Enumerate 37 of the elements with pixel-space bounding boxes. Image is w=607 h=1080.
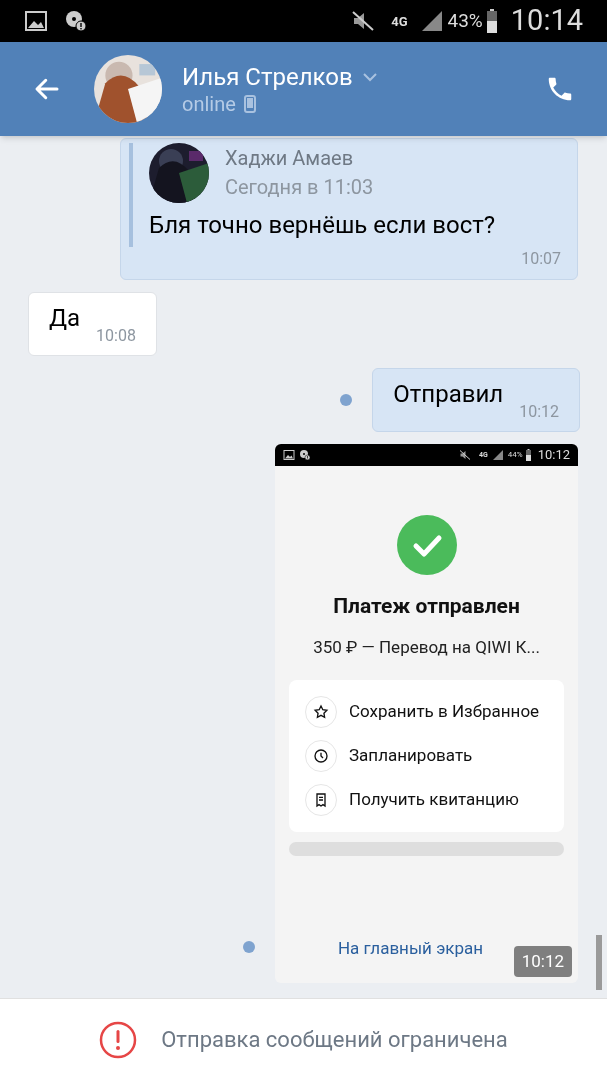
payment-subtitle: 350 ₽ — Перевод на QIWI К... <box>313 635 540 659</box>
home-link[interactable]: На главный экран <box>337 935 484 961</box>
action-item[interactable]: Запланировать <box>305 740 548 772</box>
mute-icon <box>458 449 471 461</box>
image-icon <box>283 449 295 461</box>
message-text: Да <box>49 303 81 334</box>
clock: 10:12 <box>537 446 570 465</box>
message-text: Отправил <box>393 379 504 410</box>
check-circle-icon <box>396 515 457 575</box>
notice-text: Отправка сообщений ограничена <box>161 1026 508 1054</box>
battery-icon <box>484 9 499 33</box>
chevron-down-icon[interactable] <box>360 70 379 83</box>
scrollbar[interactable] <box>596 935 602 990</box>
action-item[interactable]: Получить квитанцию <box>305 784 548 816</box>
battery-percent: 43% <box>447 7 483 34</box>
online-status: online <box>182 91 236 117</box>
disc-alert-icon <box>64 9 88 33</box>
clock: 10:14 <box>510 2 583 40</box>
alert-icon <box>99 1020 138 1059</box>
signal-icon <box>491 449 504 461</box>
battery-icon <box>524 449 532 461</box>
quote-date: Сегодня в 11:03 <box>225 175 374 200</box>
contact-name[interactable]: Илья Стрелков <box>182 61 353 92</box>
quote-author: Хаджи Амаев <box>225 146 355 171</box>
network-label: 4G <box>391 14 408 28</box>
message-time: 10:08 <box>96 326 136 345</box>
message-time: 10:07 <box>521 248 561 270</box>
battery-percent: 44% <box>507 449 523 461</box>
phone-device-icon <box>243 95 256 113</box>
image-icon <box>24 9 48 33</box>
message-time: 10:12 <box>513 945 572 977</box>
payment-title: Платеж отправлен <box>333 593 520 620</box>
message-text: Бля точно вернёшь если вост? <box>149 210 497 241</box>
action-item[interactable]: Сохранить в Избранное <box>305 696 548 728</box>
disc-alert-icon <box>299 449 311 461</box>
mute-icon <box>351 9 376 33</box>
message-time: 10:12 <box>519 402 559 421</box>
